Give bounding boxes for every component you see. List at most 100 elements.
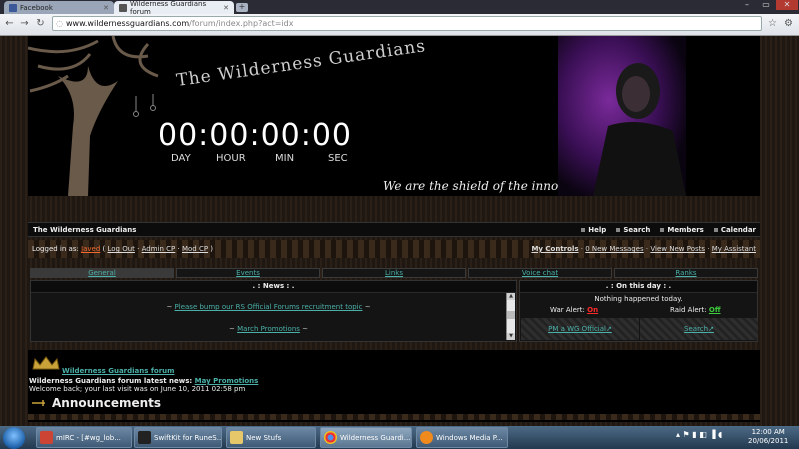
tab-links[interactable]: Links [322, 268, 466, 278]
folder-icon [230, 431, 243, 444]
media-player-icon [420, 431, 433, 444]
countdown-label-hour: HOUR [216, 153, 246, 164]
view-new-posts-link[interactable]: View New Posts [650, 245, 705, 253]
wg-icon [119, 3, 127, 12]
taskbar-item-mirc[interactable]: mIRC - [#wg_lob... [36, 427, 132, 448]
countdown-timer: 00:00:00:00 [158, 118, 353, 153]
latest-news-link[interactable]: May Promotions [195, 377, 259, 385]
news-item: ~ March Promotions ~ [228, 325, 308, 333]
new-messages-link[interactable]: 0 New Messages [585, 245, 644, 253]
nav-members[interactable]: Members [660, 225, 704, 234]
raid-alert-label: Raid Alert: [670, 306, 707, 314]
news-box: . : News : . ~ Please bump our RS Offici… [30, 280, 517, 342]
tree-illustration [28, 36, 159, 196]
system-tray[interactable]: ▴ ⚑ ▮ ◧ ▐ ◖ [676, 430, 722, 439]
reload-icon[interactable]: ↻ [34, 17, 47, 30]
minimize-icon[interactable]: – [738, 0, 756, 10]
tab-label: Facebook [20, 3, 53, 12]
scroll-up-icon[interactable]: ▲ [507, 293, 515, 300]
tab-events[interactable]: Events [176, 268, 320, 278]
nav-calendar-label: Calendar [720, 225, 756, 234]
nav-members-label: Members [667, 225, 704, 234]
pm-official-label: PM a WG Official [548, 325, 606, 333]
taskbar-item-swiftkit[interactable]: SwiftKit for RuneS... [134, 427, 222, 448]
bullet-icon [581, 227, 586, 232]
nav-search-label: Search [623, 225, 651, 234]
my-assistant-link[interactable]: My Assistant [712, 245, 756, 253]
new-tab-button[interactable]: + [236, 3, 248, 12]
user-bar: Logged in as: Javed ( Log Out · Admin CP… [28, 240, 760, 258]
news-scrollbar[interactable]: ▲ ▼ [506, 293, 515, 340]
user-controls: My Controls · 0 New Messages · View New … [531, 245, 756, 253]
announcements-header: Announcements [32, 396, 161, 410]
news-link-recruitment[interactable]: Please bump our RS Official Forums recru… [175, 303, 363, 311]
nav-search[interactable]: Search [616, 226, 650, 234]
back-icon[interactable]: ← [3, 17, 16, 30]
bookmark-star-icon[interactable]: ☆ [766, 17, 779, 30]
maximize-icon[interactable]: ▭ [757, 0, 775, 10]
raid-alert-value[interactable]: Off [709, 306, 721, 314]
header-banner: The Wilderness Guardians 00:00:00:00 DAY… [28, 36, 760, 196]
crown-icon [32, 356, 60, 370]
clock-date: 20/06/2011 [748, 437, 789, 445]
sword-icon [32, 400, 45, 406]
war-alert-value[interactable]: On [587, 306, 598, 314]
clock[interactable]: 12:00 AM 20/06/2011 [748, 428, 788, 446]
external-link-icon: ↗ [708, 325, 714, 333]
close-window-icon[interactable]: ✕ [776, 0, 798, 10]
browser-tab-facebook[interactable]: Facebook ✕ [4, 1, 114, 14]
taskbar-item-new-stufs[interactable]: New Stufs [226, 427, 316, 448]
announcements-bar [28, 414, 760, 420]
taskbar-item-media-player[interactable]: Windows Media P... [416, 427, 508, 448]
browser-toolbar: ← → ↻ ◌ www.wildernessguardians.com/foru… [0, 14, 799, 36]
bullet-icon [660, 227, 665, 232]
news-link-march-promotions[interactable]: March Promotions [237, 325, 300, 333]
bullet-icon [616, 227, 621, 232]
admin-cp-link[interactable]: Admin CP [142, 245, 176, 253]
tab-general[interactable]: General [30, 268, 174, 278]
forum-content: Wilderness Guardians forum Wilderness Gu… [28, 350, 760, 422]
announcements-title[interactable]: Announcements [52, 396, 161, 410]
chrome-icon [324, 431, 337, 444]
forum-name[interactable]: The Wilderness Guardians [33, 226, 136, 234]
raid-alert: Raid Alert: Off [670, 306, 721, 314]
login-status: Logged in as: Javed ( Log Out · Admin CP… [32, 245, 214, 253]
countdown-label-sec: SEC [328, 153, 348, 164]
taskbar-item-chrome[interactable]: Wilderness Guardi... [320, 427, 412, 448]
category-link[interactable]: Wilderness Guardians forum [62, 367, 174, 375]
nav-help[interactable]: Help [581, 226, 606, 234]
news-item: ~ Please bump our RS Official Forums rec… [166, 303, 371, 311]
latest-news: Wilderness Guardians forum latest news: … [29, 377, 258, 385]
site-title: The Wilderness Guardians [175, 36, 428, 91]
pm-official-link[interactable]: PM a WG Official ↗ [521, 318, 639, 340]
bullet-icon [713, 227, 718, 232]
wrench-icon[interactable]: ⚙ [782, 17, 795, 30]
close-tab-icon[interactable]: ✕ [103, 4, 109, 12]
scroll-down-icon[interactable]: ▼ [507, 333, 515, 340]
tab-ranks[interactable]: Ranks [614, 268, 758, 278]
nav-calendar[interactable]: Calendar [713, 225, 756, 234]
browser-tab-wg-forum[interactable]: Wilderness Guardians forum ✕ [114, 0, 234, 16]
my-controls-link[interactable]: My Controls [531, 245, 578, 253]
person-silhouette [593, 63, 686, 196]
url-path: /forum/index.php?act=idx [189, 19, 294, 28]
scroll-thumb[interactable] [507, 311, 515, 319]
tagline: We are the shield of the innocent [383, 179, 585, 193]
on-this-day-text: Nothing happened today. [594, 295, 683, 303]
nav-help-label: Help [588, 225, 607, 234]
url-host: www.wildernessguardians.com [65, 19, 190, 28]
tab-voice-chat[interactable]: Voice chat [468, 268, 612, 278]
address-bar[interactable]: ◌ www.wildernessguardians.com/forum/inde… [52, 16, 762, 31]
news-title: . : News : . [31, 281, 516, 293]
log-out-link[interactable]: Log Out [108, 245, 135, 253]
mod-cp-link[interactable]: Mod CP [182, 245, 208, 253]
forward-icon[interactable]: → [18, 17, 31, 30]
close-tab-icon[interactable]: ✕ [223, 4, 229, 12]
on-this-day-title: . : On this day : . [520, 281, 757, 293]
username-link[interactable]: Javed [81, 245, 100, 253]
page-icon: ◌ [56, 19, 63, 28]
taskbar-label: Wilderness Guardi... [340, 433, 411, 442]
start-button[interactable] [3, 427, 25, 449]
search-link[interactable]: Search ↗ [640, 318, 758, 340]
on-this-day-box: . : On this day : . Nothing happened tod… [519, 280, 758, 342]
